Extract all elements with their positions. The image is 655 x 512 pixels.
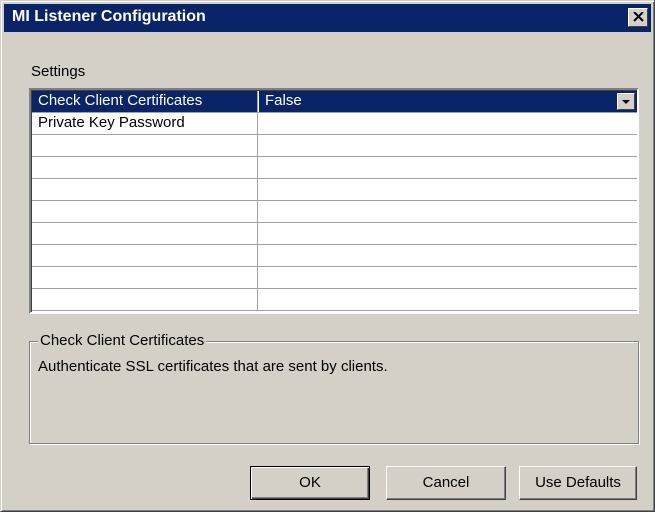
ok-button[interactable]: OK bbox=[250, 466, 370, 500]
table-row[interactable] bbox=[32, 267, 637, 289]
dialog-window: MI Listener Configuration Settings Check… bbox=[0, 0, 655, 512]
property-value-cell[interactable] bbox=[259, 223, 637, 244]
description-groupbox: Check Client Certificates Authenticate S… bbox=[29, 332, 639, 444]
settings-label: Settings bbox=[31, 63, 86, 80]
use-defaults-button[interactable]: Use Defaults bbox=[519, 466, 637, 500]
close-icon bbox=[633, 12, 644, 22]
property-name-cell[interactable] bbox=[32, 201, 258, 222]
table-row[interactable] bbox=[32, 245, 637, 267]
value-dropdown-button[interactable] bbox=[617, 93, 635, 110]
property-name-cell[interactable] bbox=[32, 289, 258, 310]
property-value-cell[interactable] bbox=[259, 267, 637, 288]
description-title: Check Client Certificates bbox=[38, 332, 207, 349]
property-value-cell[interactable] bbox=[259, 289, 637, 310]
description-text: Authenticate SSL certificates that are s… bbox=[38, 358, 388, 375]
settings-grid: Check Client Certificates False Private Ke… bbox=[29, 88, 639, 314]
window-title: MI Listener Configuration bbox=[12, 8, 206, 25]
property-name-cell[interactable]: Check Client Certificates bbox=[32, 91, 258, 112]
property-name-cell[interactable]: Private Key Password bbox=[32, 113, 258, 134]
table-row[interactable] bbox=[32, 157, 637, 179]
property-name-cell[interactable] bbox=[32, 179, 258, 200]
property-value-cell[interactable] bbox=[259, 135, 637, 156]
property-value-cell[interactable] bbox=[259, 201, 637, 222]
title-bar[interactable]: MI Listener Configuration bbox=[4, 4, 651, 32]
cancel-button[interactable]: Cancel bbox=[386, 466, 506, 500]
property-value-cell[interactable] bbox=[259, 113, 637, 134]
table-row[interactable]: Check Client Certificates False bbox=[32, 91, 637, 113]
table-row[interactable] bbox=[32, 223, 637, 245]
table-row[interactable] bbox=[32, 179, 637, 201]
table-row[interactable] bbox=[32, 201, 637, 223]
property-name-cell[interactable] bbox=[32, 245, 258, 266]
chevron-down-icon bbox=[622, 100, 630, 104]
table-row[interactable] bbox=[32, 135, 637, 157]
property-name-cell[interactable] bbox=[32, 267, 258, 288]
property-name-cell[interactable] bbox=[32, 157, 258, 178]
table-row[interactable] bbox=[32, 289, 637, 311]
table-row[interactable]: Private Key Password bbox=[32, 113, 637, 135]
property-name-cell[interactable] bbox=[32, 135, 258, 156]
property-value-cell[interactable] bbox=[259, 157, 637, 178]
property-name-cell[interactable] bbox=[32, 223, 258, 244]
property-value-cell[interactable] bbox=[259, 179, 637, 200]
property-value-cell[interactable] bbox=[259, 245, 637, 266]
close-button[interactable] bbox=[628, 8, 648, 27]
property-value-cell[interactable]: False bbox=[259, 91, 637, 112]
